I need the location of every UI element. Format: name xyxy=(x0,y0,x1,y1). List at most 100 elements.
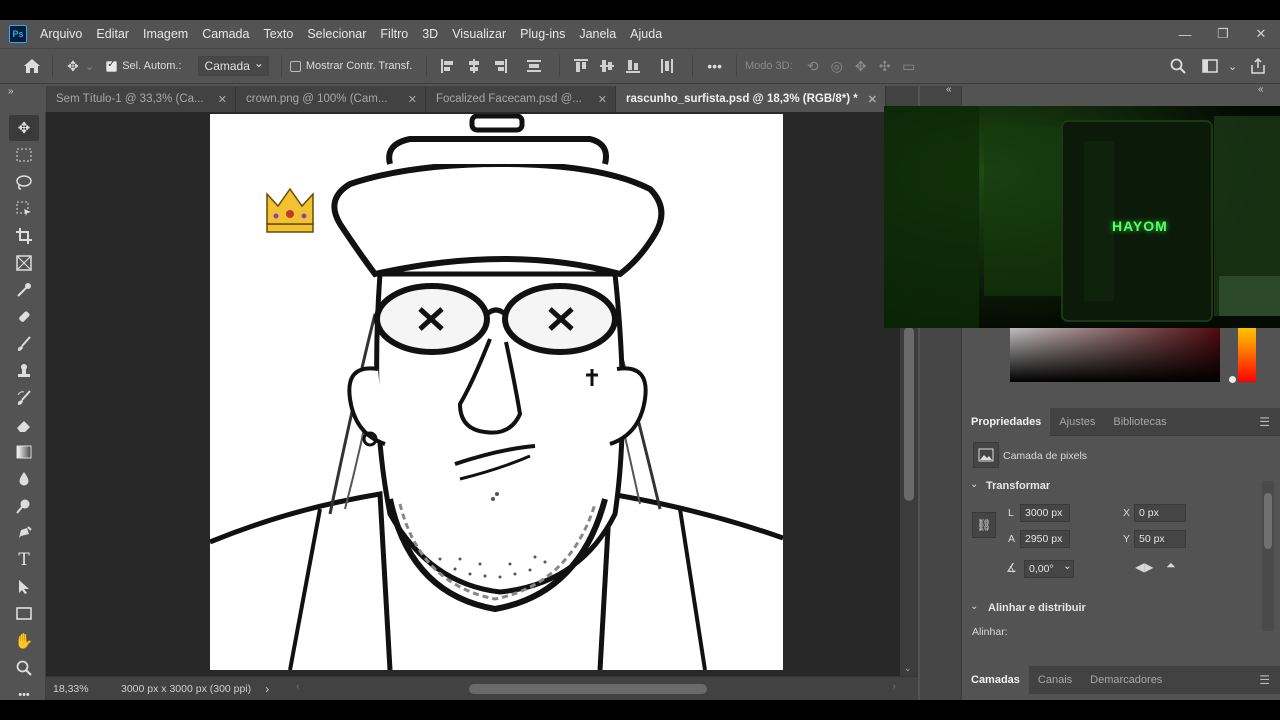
document-tab[interactable]: rascunho_surfista.psd @ 18,3% (RGB/8*) *… xyxy=(616,86,886,112)
menu-item-filtro[interactable]: Filtro xyxy=(373,20,415,48)
transform-section-title[interactable]: Transformar xyxy=(986,480,1050,492)
marquee-tool-icon[interactable] xyxy=(9,142,39,168)
tab-ajustes[interactable]: Ajustes xyxy=(1050,408,1104,436)
height-field[interactable]: 2950 px xyxy=(1020,530,1070,548)
document-info[interactable]: 3000 px x 3000 px (300 ppi) xyxy=(121,683,251,695)
link-proportions-icon[interactable]: ⛓ xyxy=(972,512,996,538)
collapse-panels-right-icon[interactable]: « xyxy=(1258,84,1264,95)
menu-item-janela[interactable]: Janela xyxy=(572,20,623,48)
tab-propriedades[interactable]: Propriedades xyxy=(962,407,1051,436)
tab-close-icon[interactable]: ✕ xyxy=(598,93,607,106)
stamp-tool-icon[interactable] xyxy=(9,358,39,384)
scroll-right-icon[interactable]: › xyxy=(893,680,897,692)
restore-icon[interactable]: ❐ xyxy=(1204,20,1242,48)
rectangle-tool-icon[interactable] xyxy=(9,601,39,627)
auto-select-checkbox[interactable]: Sel. Autom.: xyxy=(106,59,182,72)
menu-item-selecionar[interactable]: Selecionar xyxy=(300,20,373,48)
orbit-3d-icon[interactable]: ⟲ xyxy=(801,54,825,78)
menu-item-camada[interactable]: Camada xyxy=(195,20,256,48)
transform-collapse-chevron-icon[interactable]: ⌄ xyxy=(970,479,978,490)
tab-close-icon[interactable]: ✕ xyxy=(218,93,227,106)
minimize-icon[interactable]: — xyxy=(1166,20,1204,48)
vertical-scroll-thumb[interactable] xyxy=(904,327,914,501)
width-field[interactable]: 3000 px xyxy=(1020,504,1070,522)
properties-scrollbar[interactable] xyxy=(1262,481,1274,631)
menu-item-imagem[interactable]: Imagem xyxy=(136,20,195,48)
horizontal-scrollbar[interactable]: ‹ › xyxy=(296,680,897,695)
checkbox-checked-icon[interactable] xyxy=(106,59,118,72)
scroll-left-icon[interactable]: ‹ xyxy=(296,680,300,692)
tab-demarcadores[interactable]: Demarcadores xyxy=(1081,666,1171,694)
panel-menu-icon[interactable]: ☰ xyxy=(1259,415,1270,429)
type-tool-icon[interactable]: T xyxy=(9,547,39,573)
eraser-tool-icon[interactable] xyxy=(9,412,39,438)
slide-3d-icon[interactable]: ✣ xyxy=(873,54,897,78)
menu-item-3d[interactable]: 3D xyxy=(415,20,445,48)
tab-close-icon[interactable]: ✕ xyxy=(408,93,417,106)
collapse-panels-left-icon[interactable]: « xyxy=(946,84,952,95)
align-section-title[interactable]: Alinhar e distribuir xyxy=(988,602,1086,614)
align-middle-v-icon[interactable] xyxy=(600,59,615,73)
menu-item-plug-ins[interactable]: Plug-ins xyxy=(513,20,572,48)
document-tab[interactable]: Focalized Facecam.psd @... ✕ xyxy=(426,86,616,112)
zoom-tool-icon[interactable] xyxy=(9,655,39,681)
close-icon[interactable]: ✕ xyxy=(1242,20,1280,48)
distribute-icon[interactable] xyxy=(527,59,542,73)
brush-tool-icon[interactable] xyxy=(9,331,39,357)
document-tab[interactable]: crown.png @ 100% (Cam... ✕ xyxy=(236,86,426,112)
menu-item-ajuda[interactable]: Ajuda xyxy=(623,20,669,48)
align-bottom-icon[interactable] xyxy=(626,59,641,73)
align-center-h-icon[interactable] xyxy=(467,59,481,73)
tab-camadas[interactable]: Camadas xyxy=(962,666,1029,694)
menu-item-editar[interactable]: Editar xyxy=(89,20,136,48)
menu-item-visualizar[interactable]: Visualizar xyxy=(445,20,513,48)
menu-item-arquivo[interactable]: Arquivo xyxy=(33,20,89,48)
workspace-icon[interactable] xyxy=(1198,54,1222,78)
flip-vertical-icon[interactable]: ⏶ xyxy=(1166,558,1176,573)
workspace-chevron-icon[interactable]: ⌄ xyxy=(1228,60,1237,73)
roll-3d-icon[interactable]: ◎ xyxy=(825,54,849,78)
tab-bibliotecas[interactable]: Bibliotecas xyxy=(1104,408,1175,436)
dodge-tool-icon[interactable] xyxy=(9,493,39,519)
align-right-icon[interactable] xyxy=(493,59,508,73)
photoshop-logo-icon[interactable]: Ps xyxy=(9,25,27,43)
distribute-v-icon[interactable] xyxy=(660,59,674,73)
chevron-down-icon[interactable]: ⌄ xyxy=(85,60,94,73)
camera-3d-icon[interactable]: ▭ xyxy=(897,54,921,78)
move-tool-icon[interactable]: ✥ xyxy=(61,54,85,78)
more-options-icon[interactable]: ••• xyxy=(707,58,722,74)
healing-brush-tool-icon[interactable] xyxy=(9,304,39,330)
tab-close-icon[interactable]: ✕ xyxy=(868,93,877,106)
horizontal-scroll-thumb[interactable] xyxy=(469,684,707,694)
pen-tool-icon[interactable] xyxy=(9,520,39,546)
checkbox-icon[interactable] xyxy=(289,60,301,72)
scroll-down-icon[interactable]: ⌄ xyxy=(904,663,912,674)
lasso-tool-icon[interactable] xyxy=(9,169,39,195)
object-select-tool-icon[interactable] xyxy=(9,196,39,222)
menu-item-texto[interactable]: Texto xyxy=(256,20,300,48)
canvas-area[interactable] xyxy=(46,112,900,676)
eyedropper-tool-icon[interactable] xyxy=(9,277,39,303)
gradient-tool-icon[interactable] xyxy=(9,439,39,465)
drag-3d-icon[interactable]: ✥ xyxy=(849,54,873,78)
expand-tools-icon[interactable]: » xyxy=(8,86,14,97)
blur-tool-icon[interactable] xyxy=(9,466,39,492)
home-icon[interactable] xyxy=(20,54,44,78)
share-icon[interactable] xyxy=(1246,54,1270,78)
align-collapse-chevron-icon[interactable]: ⌄ xyxy=(970,601,978,612)
auto-select-dropdown[interactable]: Camada xyxy=(197,54,269,76)
move-tool-icon[interactable]: ✥ xyxy=(9,115,39,141)
crop-tool-icon[interactable] xyxy=(9,223,39,249)
search-icon[interactable] xyxy=(1166,54,1190,78)
y-field[interactable]: 50 px xyxy=(1134,530,1186,548)
document-tab[interactable]: Sem Título-1 @ 33,3% (Ca... ✕ xyxy=(46,86,236,112)
tab-canais[interactable]: Canais xyxy=(1029,666,1081,694)
align-left-icon[interactable] xyxy=(441,59,455,73)
history-brush-tool-icon[interactable] xyxy=(9,385,39,411)
document-canvas[interactable] xyxy=(210,114,783,670)
color-picker-marker[interactable] xyxy=(1229,376,1236,383)
status-menu-chevron-icon[interactable]: › xyxy=(265,682,269,696)
properties-scroll-thumb[interactable] xyxy=(1264,493,1272,549)
zoom-level[interactable]: 18,33% xyxy=(53,683,113,695)
hand-tool-icon[interactable]: ✋ xyxy=(9,628,39,654)
